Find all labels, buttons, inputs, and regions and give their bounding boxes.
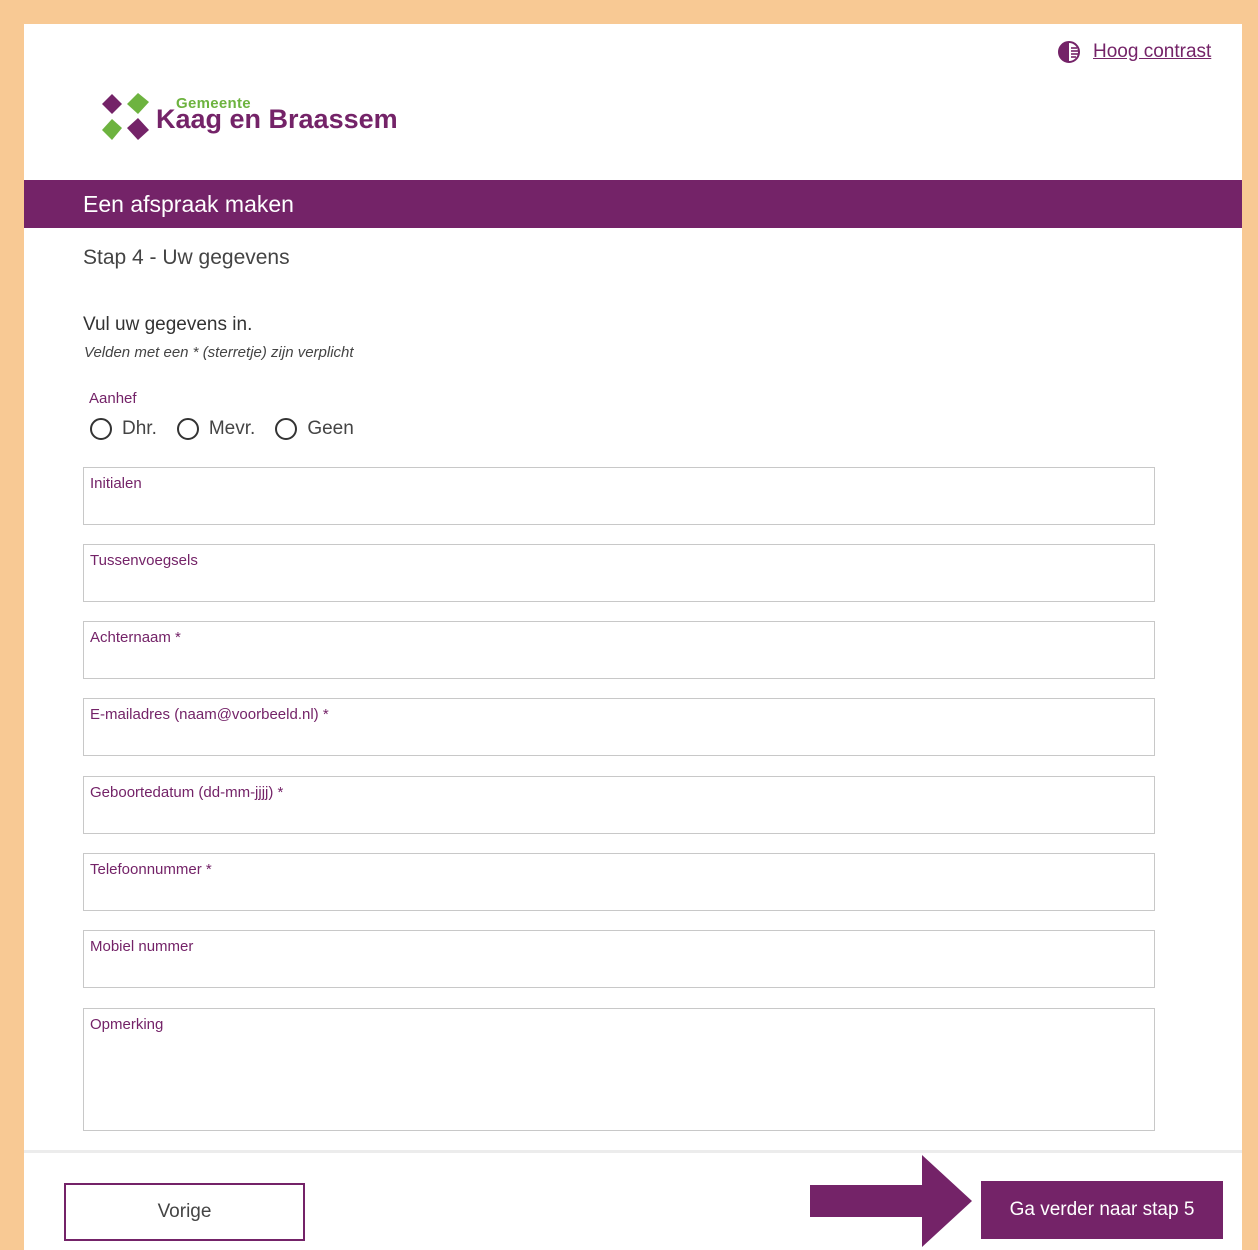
mobile-label: Mobiel nummer — [90, 938, 194, 955]
phone-field[interactable]: Telefoonnummer * — [83, 853, 1155, 911]
remark-field[interactable]: Opmerking — [83, 1008, 1155, 1131]
infix-label: Tussenvoegsels — [90, 552, 198, 569]
logo-title: Kaag en Braassem — [156, 104, 398, 134]
email-input[interactable] — [90, 727, 1146, 751]
previous-button[interactable]: Vorige — [64, 1183, 305, 1241]
birthdate-field[interactable]: Geboortedatum (dd-mm-jjjj) * — [83, 776, 1155, 834]
radio-label[interactable]: Mevr. — [209, 418, 255, 440]
radio-dhr[interactable]: Dhr. — [90, 418, 157, 440]
mobile-input[interactable] — [90, 959, 1146, 983]
logo-clover-icon — [102, 93, 149, 140]
next-step-button[interactable]: Ga verder naar stap 5 — [981, 1181, 1223, 1239]
initials-field[interactable]: Initialen — [83, 467, 1155, 525]
radio-geen[interactable]: Geen — [275, 418, 354, 440]
step-title: Stap 4 - Uw gegevens — [83, 246, 290, 269]
infix-input[interactable] — [90, 573, 1146, 597]
surname-label: Achternaam * — [90, 629, 181, 646]
infix-field[interactable]: Tussenvoegsels — [83, 544, 1155, 602]
radio-circle-icon[interactable] — [275, 418, 298, 440]
required-note: Velden met een * (sterretje) zijn verpli… — [84, 344, 354, 361]
birthdate-input[interactable] — [90, 805, 1146, 829]
radio-label[interactable]: Dhr. — [122, 418, 157, 440]
initials-input[interactable] — [90, 496, 1146, 520]
contrast-icon — [1058, 41, 1080, 63]
radio-mevr[interactable]: Mevr. — [176, 418, 255, 440]
email-field[interactable]: E-mailadres (naam@voorbeeld.nl) * — [83, 698, 1155, 756]
radio-circle-icon[interactable] — [176, 418, 199, 440]
page-frame: Hoog contrast Gemeente Kaag en Braassem … — [24, 24, 1242, 1250]
birthdate-label: Geboortedatum (dd-mm-jjjj) * — [90, 784, 284, 801]
radio-circle-icon[interactable] — [90, 418, 112, 440]
arrow-right-icon — [810, 1155, 972, 1247]
high-contrast-link[interactable]: Hoog contrast — [1057, 39, 1211, 65]
mobile-field[interactable]: Mobiel nummer — [83, 930, 1155, 988]
phone-label: Telefoonnummer * — [90, 861, 212, 878]
initials-label: Initialen — [90, 475, 142, 492]
email-label: E-mailadres (naam@voorbeeld.nl) * — [90, 706, 329, 723]
surname-input[interactable] — [90, 650, 1146, 674]
salutation-label: Aanhef — [89, 390, 137, 407]
surname-field[interactable]: Achternaam * — [83, 621, 1155, 679]
form-intro: Vul uw gegevens in. — [83, 314, 253, 335]
municipality-logo[interactable]: Gemeente Kaag en Braassem — [100, 90, 400, 146]
salutation-radio-group: Dhr. Mevr. Geen — [90, 416, 354, 442]
phone-input[interactable] — [90, 882, 1146, 906]
high-contrast-label[interactable]: Hoog contrast — [1093, 41, 1211, 63]
page-title: Een afspraak maken — [24, 180, 1242, 228]
radio-label[interactable]: Geen — [307, 418, 353, 440]
remark-textarea[interactable] — [90, 1037, 1146, 1125]
remark-label: Opmerking — [90, 1016, 164, 1033]
form-footer: Vorige Ga verder naar stap 5 — [24, 1150, 1242, 1250]
